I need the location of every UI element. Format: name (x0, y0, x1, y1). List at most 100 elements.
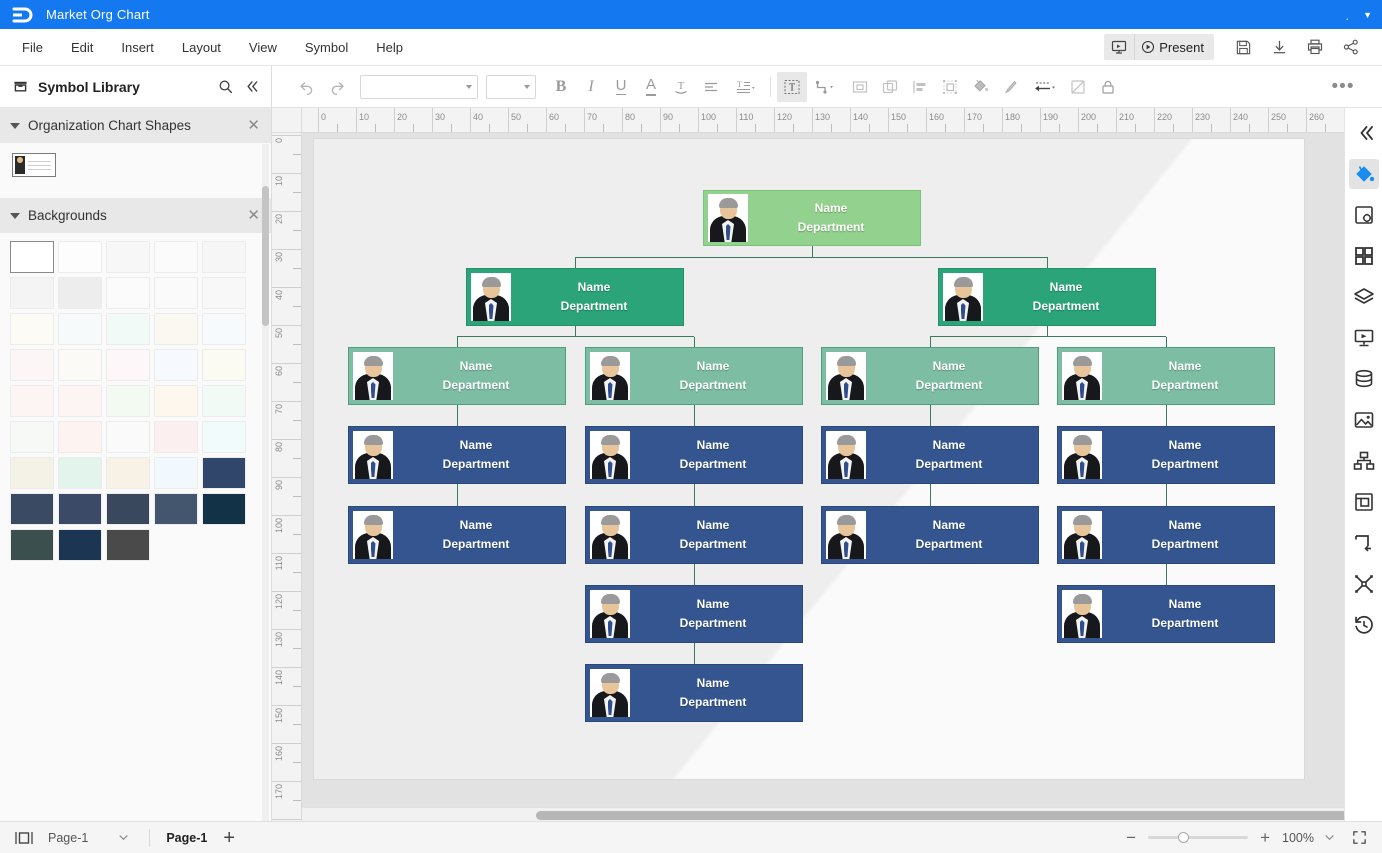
connector-line[interactable] (456, 405, 458, 426)
connector-line[interactable] (812, 256, 1047, 258)
connector-line[interactable] (693, 564, 695, 585)
zoom-in-button[interactable]: + (1258, 829, 1272, 846)
org-node[interactable]: Name Department (585, 506, 803, 564)
print-button[interactable] (1298, 32, 1332, 62)
background-swatch[interactable] (106, 385, 150, 417)
background-swatch[interactable] (58, 277, 102, 309)
connector-line[interactable] (693, 405, 695, 426)
more-options-button[interactable]: ••• (1328, 72, 1358, 102)
org-node[interactable]: Name Department (1057, 347, 1275, 405)
shadow-button[interactable] (1063, 72, 1093, 102)
connector-line[interactable] (456, 336, 458, 347)
connector-button[interactable] (807, 72, 845, 102)
italic-button[interactable]: I (576, 72, 606, 102)
background-swatch[interactable] (106, 349, 150, 381)
panel-header-org-chart-shapes[interactable]: Organization Chart Shapes ✕ (0, 108, 271, 143)
download-button[interactable] (1262, 32, 1296, 62)
org-node[interactable]: Name Department (1057, 585, 1275, 643)
duplicate-button[interactable] (875, 72, 905, 102)
background-swatch[interactable] (10, 457, 54, 489)
slides-icon[interactable] (1349, 323, 1379, 353)
text-box-button[interactable]: T (777, 71, 807, 102)
background-swatch[interactable] (202, 493, 246, 525)
line-spacing-button[interactable]: T (726, 72, 764, 102)
zoom-chevron-down-icon[interactable] (1324, 832, 1335, 843)
menu-view[interactable]: View (235, 29, 291, 66)
connector-line[interactable] (693, 484, 695, 506)
org-node[interactable]: Name Department (703, 190, 921, 246)
bold-button[interactable]: B (546, 72, 576, 102)
background-swatch[interactable] (58, 493, 102, 525)
background-swatch[interactable] (154, 313, 198, 345)
shape-thumbnail-org-node[interactable] (12, 153, 56, 177)
background-swatch[interactable] (202, 349, 246, 381)
background-swatch[interactable] (10, 349, 54, 381)
background-swatch[interactable] (154, 277, 198, 309)
share-button[interactable] (1334, 32, 1368, 62)
background-swatch[interactable] (202, 277, 246, 309)
lock-button[interactable] (1093, 72, 1123, 102)
shape-settings-icon[interactable] (1349, 200, 1379, 230)
connector-line[interactable] (929, 405, 931, 426)
horizontal-ruler[interactable]: 0 10 20 30 40 50 60 70 80 90 100 110 120 130 140 150 160… (302, 108, 1344, 133)
zoom-slider-handle[interactable] (1178, 832, 1190, 843)
layers-icon[interactable] (1349, 282, 1379, 312)
search-button[interactable] (217, 78, 234, 95)
org-node[interactable]: Name Department (466, 268, 684, 326)
connector-line[interactable] (574, 257, 576, 268)
connector-line[interactable] (1165, 336, 1167, 347)
org-node[interactable]: Name Department (821, 506, 1039, 564)
connector-line[interactable] (575, 256, 812, 258)
menu-help[interactable]: Help (362, 29, 417, 66)
background-swatch[interactable] (58, 349, 102, 381)
background-swatch[interactable] (106, 277, 150, 309)
connector-line[interactable] (811, 246, 813, 257)
background-swatch[interactable] (58, 529, 102, 561)
org-node[interactable]: Name Department (1057, 506, 1275, 564)
present-button[interactable]: Present (1134, 34, 1214, 60)
collapse-panel-icon[interactable] (1349, 118, 1379, 148)
connector-line[interactable] (1165, 564, 1167, 585)
connector-line[interactable] (1047, 336, 1166, 338)
data-icon[interactable] (1349, 364, 1379, 394)
align-text-button[interactable] (696, 72, 726, 102)
connector-line[interactable] (693, 336, 695, 347)
org-node[interactable]: Name Department (585, 664, 803, 722)
connector-line[interactable] (457, 336, 575, 338)
background-swatch[interactable] (58, 313, 102, 345)
connector-line[interactable] (1046, 326, 1048, 337)
titlebar-chevron-down-icon[interactable]: ▼ (1363, 10, 1372, 20)
background-swatch[interactable] (10, 277, 54, 309)
page-view-button[interactable] (0, 830, 34, 846)
background-swatch[interactable] (58, 421, 102, 453)
horizontal-scrollbar-track[interactable] (302, 807, 1356, 821)
menu-symbol[interactable]: Symbol (291, 29, 362, 66)
org-node[interactable]: Name Department (585, 347, 803, 405)
vertical-ruler[interactable]: 0 10 20 30 40 50 60 70 80 90 100 110 120 130 140 150 160… (272, 133, 302, 821)
group-button[interactable] (845, 72, 875, 102)
fill-style-icon[interactable] (1348, 159, 1379, 189)
connector-line[interactable] (929, 484, 931, 506)
background-swatch[interactable] (154, 421, 198, 453)
zoom-slider[interactable] (1148, 832, 1249, 843)
background-swatch[interactable] (106, 529, 150, 561)
font-size-select[interactable] (486, 74, 536, 99)
align-objects-button[interactable] (905, 72, 935, 102)
page-select[interactable]: Page-1 (34, 831, 139, 845)
background-swatch[interactable] (202, 457, 246, 489)
background-swatch[interactable] (154, 349, 198, 381)
background-swatch[interactable] (106, 421, 150, 453)
background-swatch[interactable] (202, 313, 246, 345)
close-icon[interactable]: ✕ (247, 208, 260, 223)
org-node[interactable]: Name Department (821, 347, 1039, 405)
background-swatch[interactable] (202, 241, 246, 273)
redo-button[interactable] (322, 72, 352, 102)
background-swatch[interactable] (10, 529, 54, 561)
background-swatch[interactable] (154, 385, 198, 417)
background-swatch[interactable] (202, 421, 246, 453)
panel-header-backgrounds[interactable]: Backgrounds ✕ (0, 198, 271, 233)
add-page-button[interactable]: + (213, 828, 245, 848)
sidebar-scrollbar-thumb[interactable] (262, 186, 269, 326)
font-color-button[interactable]: A (636, 72, 666, 102)
image-icon[interactable] (1349, 405, 1379, 435)
